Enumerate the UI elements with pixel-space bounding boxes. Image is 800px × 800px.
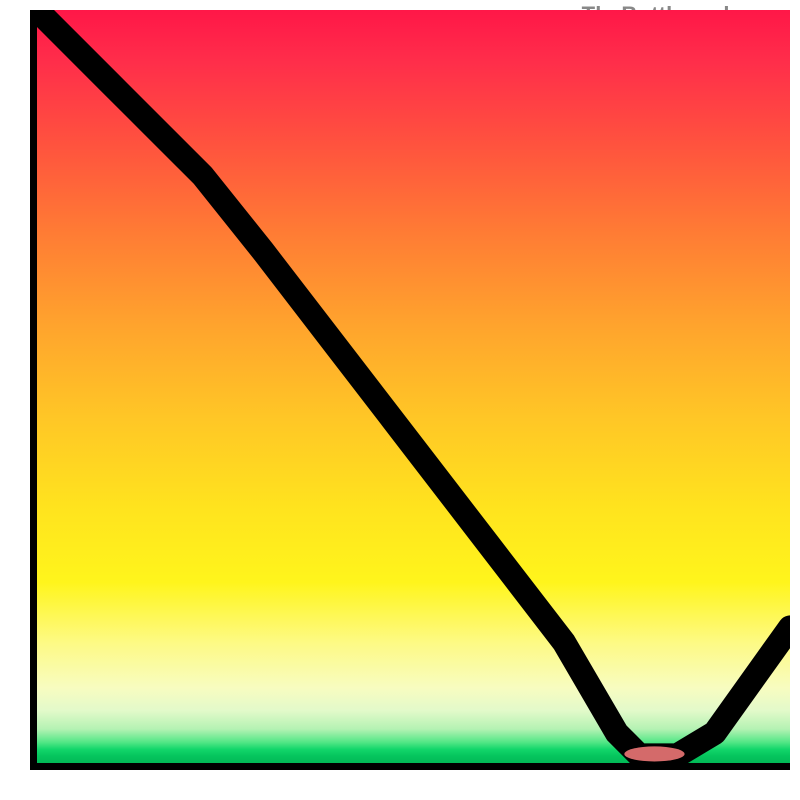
- curve-path: [37, 10, 790, 755]
- optimum-marker: [624, 746, 684, 761]
- bottleneck-curve: [37, 10, 790, 763]
- plot-axes: [30, 10, 790, 770]
- chart-canvas: TheBottleneck.com: [0, 0, 800, 800]
